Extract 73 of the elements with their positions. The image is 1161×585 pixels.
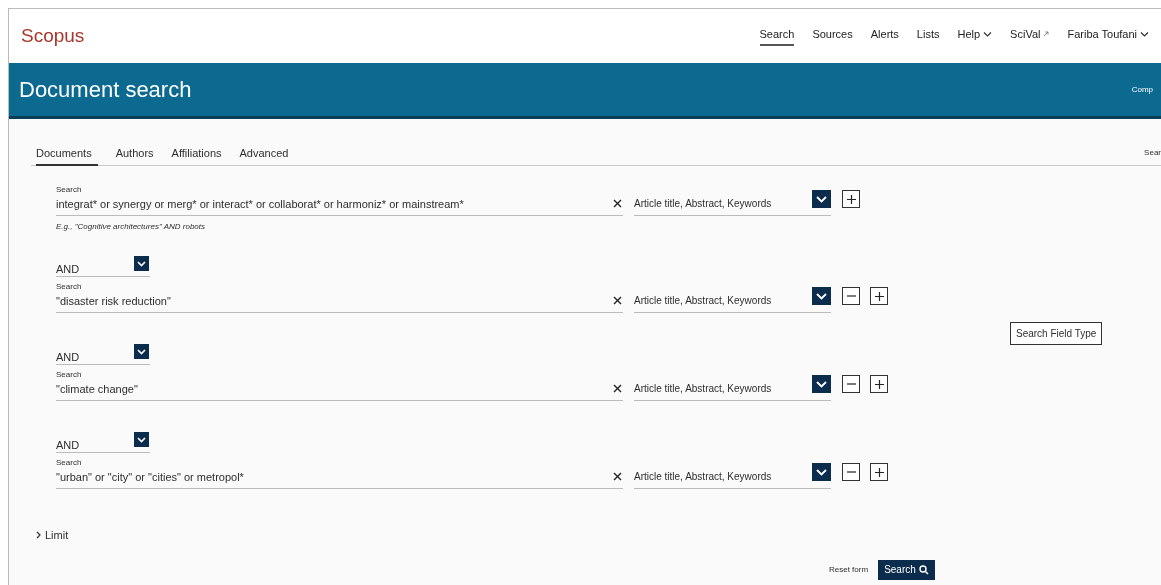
- dropdown-chevron-icon: [812, 463, 831, 481]
- clear-icon: [613, 296, 622, 305]
- header-link[interactable]: Comp: [1131, 83, 1153, 96]
- add-row-button[interactable]: [870, 463, 888, 481]
- operator-text: AND: [56, 438, 80, 453]
- dropdown-chevron-icon: [812, 375, 831, 393]
- external-link-icon: [1043, 31, 1050, 37]
- operator-text: AND: [56, 350, 80, 365]
- link-text[interactable]: Sear: [1144, 147, 1161, 159]
- remove-row-button[interactable]: [842, 375, 860, 393]
- operator-dropdown[interactable]: AND: [56, 255, 150, 277]
- field-type-text: Article title, Abstract, Keywords: [634, 470, 772, 484]
- page-title: Document search: [19, 76, 192, 104]
- operator-text: AND: [56, 262, 80, 277]
- nav-link[interactable]: Search: [759, 25, 795, 47]
- plus-icon: [873, 290, 885, 302]
- nav-link[interactable]: Fariba Toufani: [1067, 25, 1149, 47]
- tab[interactable]: Advanced: [239, 144, 289, 166]
- chevron-right-icon: [36, 531, 41, 540]
- search-field[interactable]: Search integrat* or synergy or merg* or interact* or collaborat* or harmoniz* or mainstream*: [56, 182, 623, 216]
- dropdown-chevron-icon: [134, 344, 149, 359]
- field-label: Search: [56, 457, 82, 469]
- tab[interactable]: Authors: [115, 144, 154, 166]
- search-field[interactable]: Search "urban" or "city" or "cities" or metropol*: [56, 455, 623, 489]
- search-button[interactable]: Search: [878, 559, 935, 580]
- dropdown-chevron-icon: [812, 190, 831, 208]
- nav-link[interactable]: SciVal: [1010, 25, 1050, 47]
- operator-dropdown[interactable]: AND: [56, 343, 150, 365]
- dropdown-chevron-icon: [812, 287, 831, 305]
- field-value: "disaster risk reduction": [56, 294, 171, 309]
- add-row-button[interactable]: [870, 287, 888, 305]
- nav-link[interactable]: Lists: [916, 25, 940, 47]
- field-type-dropdown[interactable]: Article title, Abstract, Keywords: [634, 287, 831, 313]
- chevron-down-icon: [1140, 31, 1149, 37]
- tab[interactable]: Documents: [36, 144, 98, 166]
- clear-icon: [613, 199, 622, 208]
- remove-row-button[interactable]: [842, 463, 860, 481]
- remove-row-button[interactable]: [842, 287, 860, 305]
- search-icon: [918, 564, 929, 575]
- field-value: "urban" or "city" or "cities" or metropol*: [56, 470, 244, 485]
- field-label: Search: [56, 184, 82, 196]
- field-type-dropdown[interactable]: Article title, Abstract, Keywords: [634, 190, 831, 216]
- dropdown-chevron-icon: [134, 256, 149, 271]
- tab[interactable]: Affiliations: [171, 144, 222, 166]
- scopus-logo[interactable]: Scopus: [21, 21, 85, 51]
- field-label: Search: [56, 369, 82, 381]
- field-type-dropdown[interactable]: Article title, Abstract, Keywords: [634, 463, 831, 489]
- clear-icon: [613, 384, 622, 393]
- field-type-text: Article title, Abstract, Keywords: [634, 197, 772, 211]
- field-value: "climate change": [56, 382, 138, 397]
- add-row-button[interactable]: [842, 190, 860, 208]
- operator-dropdown[interactable]: AND: [56, 431, 150, 453]
- chevron-down-icon: [983, 31, 993, 37]
- add-row-button[interactable]: [870, 375, 888, 393]
- field-type-dropdown[interactable]: Article title, Abstract, Keywords: [634, 375, 831, 401]
- plus-icon: [845, 193, 857, 205]
- plus-icon: [873, 378, 885, 390]
- nav-link[interactable]: Help: [957, 25, 993, 47]
- field-label: Search: [56, 281, 82, 293]
- hint-text: E.g., "Cognitive architectures" AND robots: [56, 221, 206, 233]
- field-type-text: Article title, Abstract, Keywords: [634, 294, 772, 308]
- reset-form-link[interactable]: Reset form: [829, 563, 869, 576]
- limit-toggle[interactable]: Limit: [36, 527, 69, 544]
- search-field[interactable]: Search "disaster risk reduction": [56, 279, 623, 313]
- nav-link[interactable]: Sources: [812, 25, 853, 47]
- nav-link[interactable]: Alerts: [870, 25, 899, 47]
- clear-icon: [613, 472, 622, 481]
- dropdown-chevron-icon: [134, 432, 149, 447]
- field-value: integrat* or synergy or merg* or interact* or collaborat* or harmoniz* or mainstream*: [56, 197, 464, 212]
- plus-icon: [873, 466, 885, 478]
- tooltip: Search Field Type: [1010, 322, 1103, 345]
- field-type-text: Article title, Abstract, Keywords: [634, 382, 772, 396]
- search-field[interactable]: Search "climate change": [56, 367, 623, 401]
